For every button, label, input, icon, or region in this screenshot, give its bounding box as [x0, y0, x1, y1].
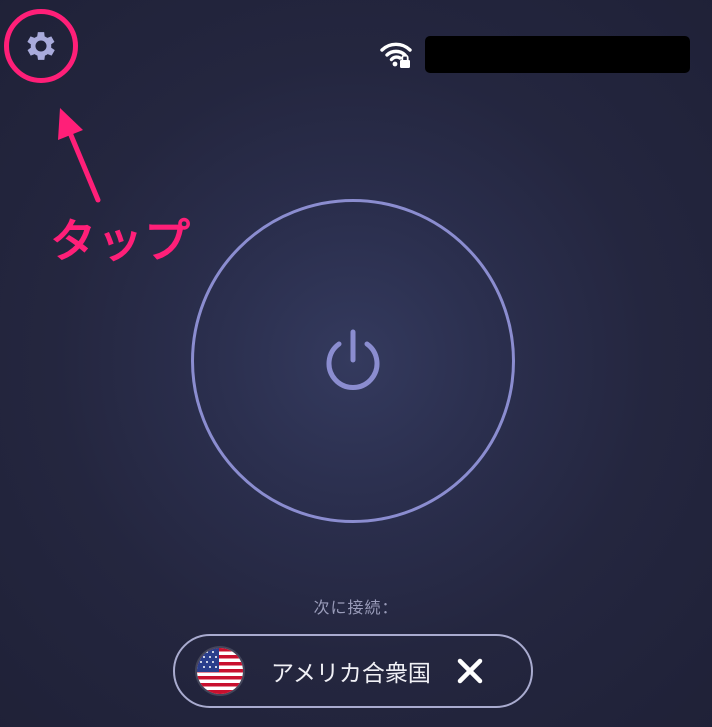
power-icon	[326, 329, 380, 390]
arrow-up-left-icon	[50, 100, 120, 220]
close-icon	[457, 658, 483, 684]
clear-country-button[interactable]	[453, 654, 487, 688]
annotation-tap-label: タップ	[50, 214, 191, 268]
power-button[interactable]	[191, 199, 515, 523]
us-flag-icon	[197, 648, 243, 694]
network-name-redacted	[425, 36, 690, 73]
annotation-highlight-circle	[4, 9, 78, 83]
country-name: アメリカ合衆国	[271, 661, 431, 687]
next-connection-label: 次に接続：	[313, 598, 399, 617]
country-selector[interactable]: アメリカ合衆国	[173, 634, 533, 708]
wifi-lock-icon	[378, 38, 414, 70]
